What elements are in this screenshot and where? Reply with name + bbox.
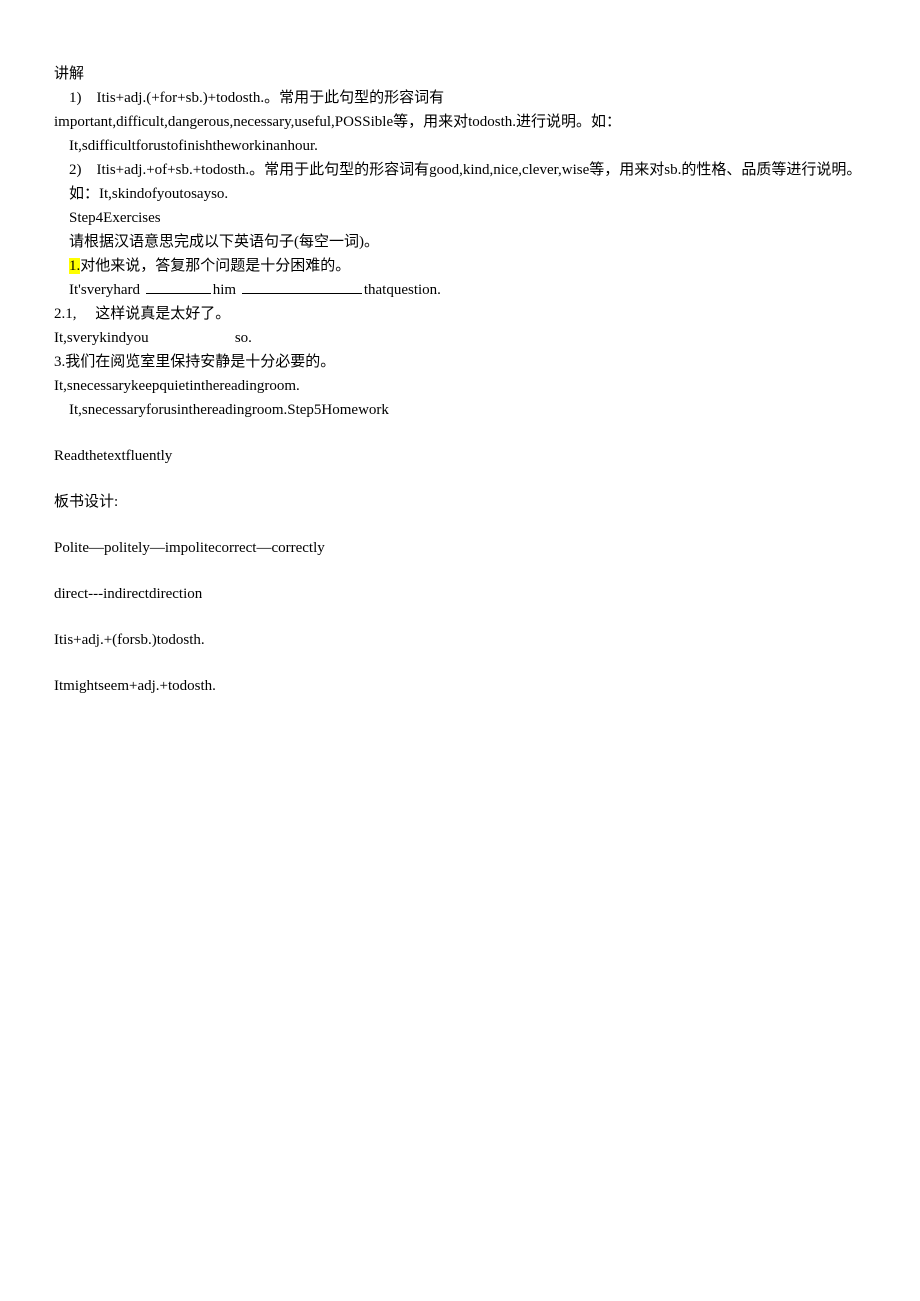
line-5: 如：It,skindofyoutosayso. (54, 182, 866, 206)
line-10: 2.1, 这样说真是太好了。 (54, 302, 866, 326)
line-6: Step4Exercises (54, 206, 866, 230)
blank-2[interactable] (242, 293, 362, 294)
line-2: important,difficult,dangerous,necessary,… (54, 110, 866, 134)
line-4: 2) Itis+adj.+of+sb.+todosth.。常用于此句型的形容词有… (54, 158, 866, 182)
line-12: 3.我们在阅览室里保持安静是十分必要的。 (54, 350, 866, 374)
line-9-part-a: It'sveryhard (54, 282, 144, 298)
exercise-1-number-highlight: 1. (69, 258, 80, 274)
board-design-heading: 板书设计: (54, 490, 866, 514)
line-20: Itmightseem+adj.+todosth. (54, 674, 866, 698)
line-9-part-b: him (213, 282, 240, 298)
exercise-1-text: 对他来说，答复那个问题是十分困难的。 (80, 258, 350, 274)
line-3: It,sdifficultforustofinishtheworkinanhou… (54, 134, 866, 158)
line-13: It,snecessarykeepquietinthereadingroom. (54, 374, 866, 398)
line-7: 请根据汉语意思完成以下英语句子(每空一词)。 (54, 230, 866, 254)
line-17: Polite—politely—impolitecorrect—correctl… (54, 536, 866, 560)
blank-1[interactable] (146, 293, 211, 294)
line-11: It,sverykindyou so. (54, 326, 866, 350)
heading-explain: 讲解 (54, 62, 866, 86)
line-8-indent (54, 258, 69, 274)
line-14: It,snecessaryforusinthereadingroom.Step5… (54, 398, 866, 422)
line-19: Itis+adj.+(forsb.)todosth. (54, 628, 866, 652)
line-9-part-c: thatquestion. (364, 282, 441, 298)
line-18: direct---indirectdirection (54, 582, 866, 606)
line-9: It'sveryhard him thatquestion. (54, 278, 866, 302)
line-8: 1.对他来说，答复那个问题是十分困难的。 (54, 254, 866, 278)
line-15: Readthetextfluently (54, 444, 866, 468)
line-1: 1) Itis+adj.(+for+sb.)+todosth.。常用于此句型的形… (54, 86, 866, 110)
